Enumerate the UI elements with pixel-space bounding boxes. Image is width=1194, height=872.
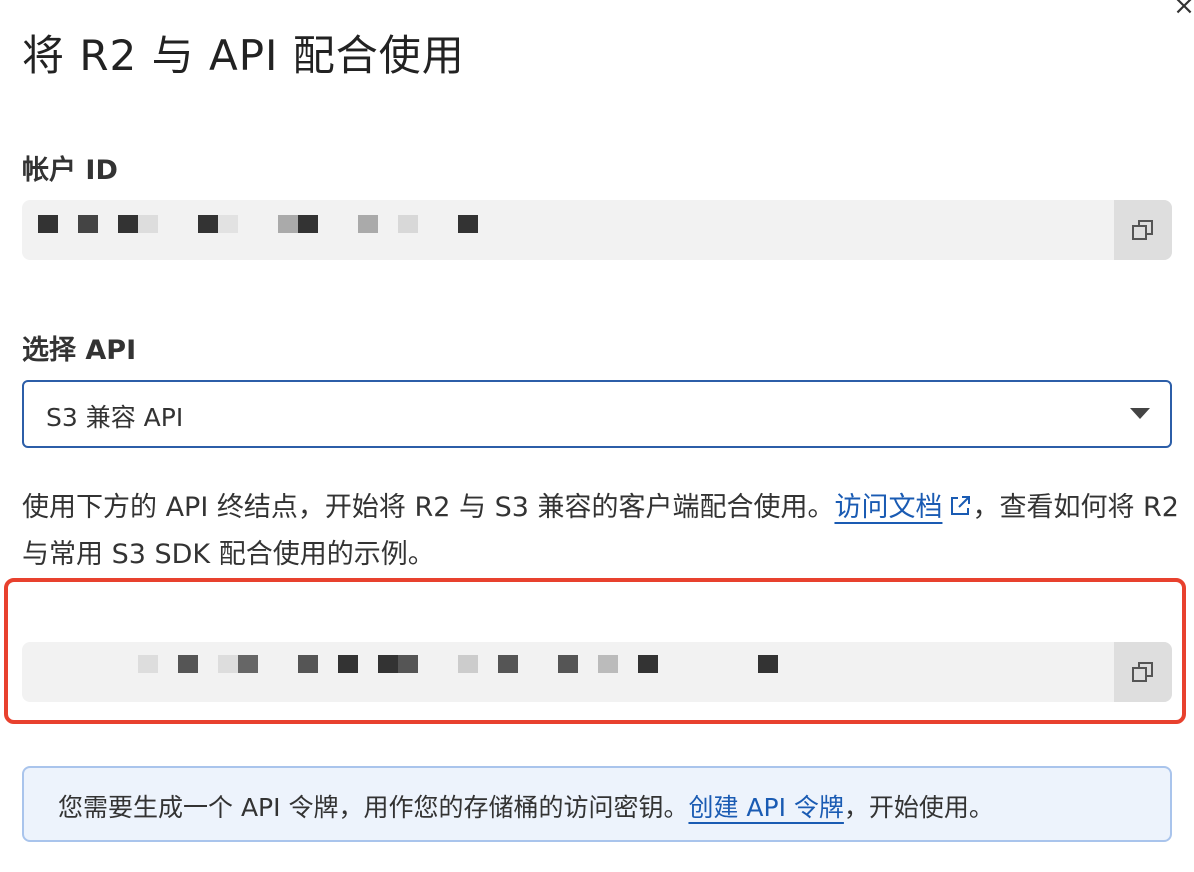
info-banner-text: 您需要生成一个 API 令牌，用作您的存储桶的访问密钥。创建 API 令牌，开始…: [58, 788, 994, 824]
create-api-token-link[interactable]: 创建 API 令牌: [688, 793, 843, 822]
endpoint-masked-value: [22, 642, 1114, 702]
api-token-info-banner: 您需要生成一个 API 令牌，用作您的存储桶的访问密钥。创建 API 令牌，开始…: [22, 766, 1172, 842]
info-text-before: 您需要生成一个 API 令牌，用作您的存储桶的访问密钥。: [58, 793, 689, 822]
dialog-title: 将 R2 与 API 配合使用: [22, 31, 465, 80]
copy-icon: [1132, 662, 1153, 682]
account-id-field: [22, 200, 1172, 260]
copy-icon: [1132, 220, 1153, 240]
select-api-label: 选择 API: [22, 335, 137, 366]
account-id-masked-value: [22, 200, 1114, 260]
close-icon[interactable]: ×: [1172, 0, 1194, 19]
docs-link[interactable]: 访问文档: [834, 492, 942, 523]
description-text-before: 使用下方的 API 终结点，开始将 R2 与 S3 兼容的客户端配合使用。: [22, 492, 835, 523]
external-link-icon[interactable]: [948, 494, 972, 518]
endpoint-field: [22, 642, 1172, 702]
copy-endpoint-button[interactable]: [1114, 642, 1172, 702]
api-select-dropdown[interactable]: S3 兼容 API: [22, 380, 1172, 448]
account-id-label: 帐户 ID: [22, 155, 118, 186]
api-select-value: S3 兼容 API: [46, 403, 184, 432]
chevron-down-icon: [1130, 408, 1150, 419]
copy-account-id-button[interactable]: [1114, 200, 1172, 260]
info-text-after: ，开始使用。: [843, 793, 994, 822]
endpoint-description: 使用下方的 API 终结点，开始将 R2 与 S3 兼容的客户端配合使用。访问文…: [22, 484, 1182, 578]
